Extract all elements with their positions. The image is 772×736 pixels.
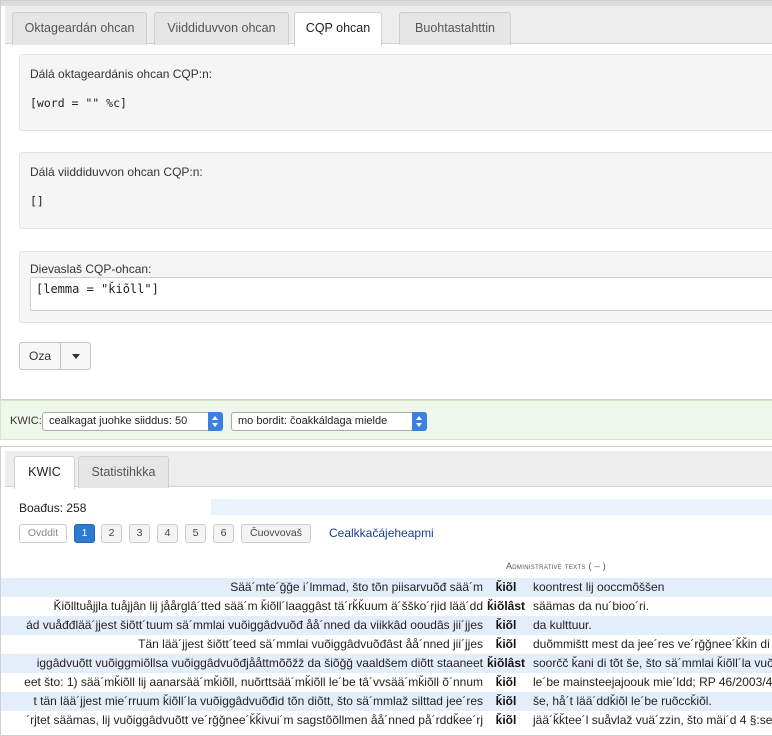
- kwic-match[interactable]: ǩiõlâst: [483, 597, 529, 616]
- kwic-right-context: jää´ǩǩtee´l suåvlaž vuä´zzin, što mäi´d …: [533, 713, 772, 727]
- tab-cqp-search[interactable]: CQP ohcan: [294, 12, 382, 46]
- page-button-5[interactable]: 5: [185, 524, 206, 543]
- kwic-match[interactable]: ǩiõlâst: [483, 654, 529, 673]
- kwic-right-context: duõmmištt mest da jee´res ve´rǧǧnee´ǩǩin…: [533, 637, 772, 651]
- corpus-header: Administrative texts ( – ): [506, 561, 607, 571]
- tab-statistics[interactable]: Statistihkka: [78, 456, 169, 488]
- kwic-row[interactable]: Sää´mte´ǧǧe i´lmmad, što tõn piisarvuõđ …: [1, 578, 772, 597]
- next-page-button[interactable]: Čuovvovaš: [241, 524, 311, 543]
- kwic-row[interactable]: iggâdvuõtt vuõiggmiõllsa vuõiggâdvuõđjåå…: [1, 654, 772, 673]
- page-button-6[interactable]: 6: [213, 524, 234, 543]
- free-cqp-input[interactable]: [lemma = "ǩiõll"]: [30, 277, 772, 311]
- search-button-group: Oza: [19, 342, 91, 370]
- kwic-right-context: še, hå´t lää´ddǩiõl le´be ruõccǩiõl.: [533, 694, 712, 708]
- search-panel: Oktageardán ohcan Viiddiduvvon ohcan CQP…: [0, 0, 772, 400]
- kwic-left-context: Tän lää´jjest šiõtt´teed sä´mmlai vuõigg…: [138, 637, 483, 651]
- kwic-row[interactable]: Tän lää´jjest šiõtt´teed sä´mmlai vuõigg…: [1, 635, 772, 654]
- kwic-match[interactable]: ǩiõl: [483, 673, 529, 692]
- extended-cqp-box: Dálá viiddiduvvon ohcan CQP:n: []: [19, 152, 772, 229]
- kwic-right-context: le´be mainsteejajoouk mie´ldd; RP 46/200…: [533, 675, 772, 689]
- sentence-map-link[interactable]: Cealkkačájeheapmi: [329, 526, 434, 540]
- hits-per-page-select[interactable]: cealkagat juohke siiddus: 50: [42, 412, 223, 431]
- kwic-row[interactable]: ´rjtet säämas, lij vuõiggâdvuõtt ve´rǧǧn…: [1, 711, 772, 730]
- kwic-match[interactable]: ǩiõl: [483, 692, 529, 711]
- kwic-match[interactable]: ǩiõl: [483, 635, 529, 654]
- search-button[interactable]: Oza: [19, 342, 61, 370]
- caret-down-icon: [71, 353, 80, 359]
- simple-cqp-value: [word = "" %c]: [30, 96, 127, 110]
- page-button-3[interactable]: 3: [129, 524, 150, 543]
- extended-cqp-value: []: [30, 194, 44, 208]
- kwic-right-context: säämas da nu´bioo´ri.: [533, 599, 650, 613]
- hits-distribution-bar: [211, 499, 772, 515]
- results-tabbar: KWIC Statistihkka: [5, 451, 772, 489]
- page-button-1[interactable]: 1: [74, 524, 95, 543]
- prev-page-button[interactable]: Ovddit: [19, 524, 67, 543]
- kwic-settings-bar: KWIC: cealkagat juohke siiddus: 50 mo bo…: [0, 400, 772, 440]
- kwic-match[interactable]: ǩiõl: [483, 578, 529, 597]
- tab-compare[interactable]: Buohtastahttin: [399, 12, 511, 45]
- free-cqp-box: Dievaslaš CQP-ohcan: [lemma = "ǩiõll"]: [19, 251, 772, 323]
- kwic-right-context: koontrest lij ooccmõššen: [533, 580, 665, 594]
- kwic-left-context: eet što: 1) sää´mǩiõll lij aanarsää´mǩiõ…: [24, 675, 483, 689]
- sort-order-select[interactable]: mo bordit: čoakkáldaga mielde: [231, 412, 427, 431]
- tab-simple-search[interactable]: Oktageardán ohcan: [12, 12, 147, 45]
- page-button-4[interactable]: 4: [157, 524, 178, 543]
- page-button-2[interactable]: 2: [101, 524, 122, 543]
- tab-kwic[interactable]: KWIC: [14, 456, 75, 489]
- sort-order-value: mo bordit: čoakkáldaga mielde: [238, 415, 388, 427]
- select-arrows-icon: [208, 412, 223, 431]
- free-cqp-label: Dievaslaš CQP-ohcan:: [30, 262, 152, 276]
- kwic-left-context: t tän lää´jjest mie´rruum ǩiõll´la vuõig…: [33, 694, 483, 708]
- hits-per-page-value: cealkagat juohke siiddus: 50: [49, 415, 188, 427]
- tab-extended-search[interactable]: Viiddiduvvon ohcan: [154, 12, 289, 45]
- kwic-label: KWIC:: [10, 415, 42, 427]
- kwic-row[interactable]: ád vuåđđlää´jjest šiõtt´tuum sä´mmlai vu…: [1, 616, 772, 635]
- hits-count: Boađus: 258: [19, 501, 87, 515]
- kwic-left-context: iggâdvuõtt vuõiggmiõllsa vuõiggâdvuõđjåå…: [36, 656, 483, 670]
- search-tabbar: Oktageardán ohcan Viiddiduvvon ohcan CQP…: [5, 6, 772, 46]
- kwic-match[interactable]: ǩiõl: [483, 711, 529, 730]
- results-panel: KWIC Statistihkka Boađus: 258 Ovddit 1 2…: [0, 446, 772, 736]
- simple-cqp-box: Dálá oktageardánis ohcan CQP:n: [word = …: [19, 54, 772, 131]
- kwic-left-context: ´rjtet säämas, lij vuõiggâdvuõtt ve´rǧǧn…: [26, 713, 483, 727]
- select-arrows-icon: [412, 412, 427, 431]
- kwic-left-context: ád vuåđđlää´jjest šiõtt´tuum sä´mmlai vu…: [26, 618, 483, 632]
- kwic-row[interactable]: Ǩiõlltuåjjla tuåjjân lij jåårglâ´tted sä…: [1, 597, 772, 616]
- kwic-left-context: Ǩiõlltuåjjla tuåjjân lij jåårglâ´tted sä…: [53, 599, 483, 613]
- kwic-right-context: soorčč ǩani di tõt še, što sä´mmlai ǩiõl…: [533, 656, 772, 670]
- kwic-left-context: Sää´mte´ǧǧe i´lmmad, što tõn piisarvuõđ …: [230, 580, 483, 594]
- kwic-right-context: da kulttuur.: [533, 618, 592, 632]
- kwic-row[interactable]: t tän lää´jjest mie´rruum ǩiõll´la vuõig…: [1, 692, 772, 711]
- simple-cqp-label: Dálá oktageardánis ohcan CQP:n:: [30, 67, 213, 81]
- kwic-row[interactable]: eet što: 1) sää´mǩiõll lij aanarsää´mǩiõ…: [1, 673, 772, 692]
- search-options-dropdown[interactable]: [61, 342, 91, 370]
- kwic-match[interactable]: ǩiõl: [483, 616, 529, 635]
- extended-cqp-label: Dálá viiddiduvvon ohcan CQP:n:: [30, 165, 203, 179]
